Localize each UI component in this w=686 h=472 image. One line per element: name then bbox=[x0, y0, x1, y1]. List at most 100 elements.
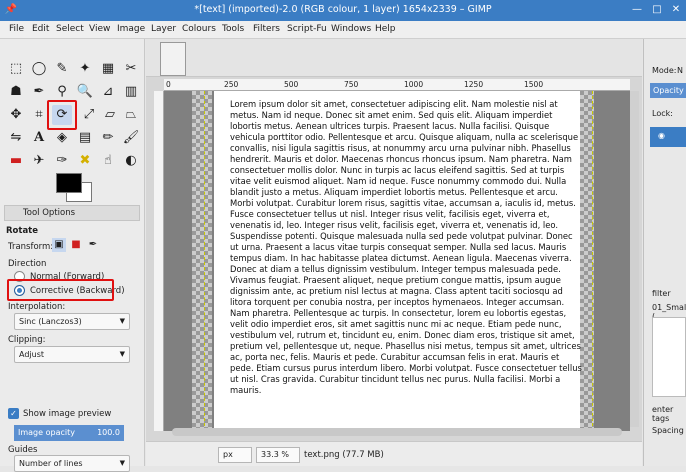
spacing-label: Spacing bbox=[652, 426, 684, 435]
blend-icon[interactable]: ▤ bbox=[75, 128, 95, 148]
move-icon[interactable]: ✥ bbox=[6, 105, 26, 125]
right-dock: Mode: N Opacity Lock: ◉ filter 01_Small … bbox=[643, 39, 686, 466]
eraser-icon[interactable]: ▬ bbox=[6, 151, 26, 171]
align-icon[interactable]: ▥ bbox=[121, 82, 141, 102]
transform-path-icon[interactable]: ✒ bbox=[86, 238, 100, 252]
rotate-tool-highlight bbox=[47, 100, 77, 130]
smudge-icon[interactable]: ☝ bbox=[98, 151, 118, 171]
measure-icon[interactable]: ⊿ bbox=[98, 82, 118, 102]
ruler-tick: 500 bbox=[284, 80, 299, 89]
zoom-icon[interactable]: 🔍 bbox=[75, 82, 95, 102]
show-preview-checkbox[interactable]: ✓ bbox=[8, 408, 19, 419]
perspective-icon[interactable]: ⏢ bbox=[121, 105, 141, 125]
layer-row[interactable]: ◉ bbox=[650, 127, 686, 147]
rect-select-icon[interactable]: ⬚ bbox=[6, 59, 26, 79]
tool-options-tab[interactable]: Tool Options bbox=[4, 205, 140, 221]
chevron-down-icon: ▼ bbox=[119, 317, 125, 325]
shear-icon[interactable]: ▱ bbox=[100, 105, 120, 125]
menu-help[interactable]: Help bbox=[375, 24, 396, 34]
menu-colours[interactable]: Colours bbox=[182, 24, 216, 34]
airbrush-icon[interactable]: ✈ bbox=[29, 151, 49, 171]
corrective-highlight bbox=[7, 279, 114, 301]
canvas[interactable]: Lorem ipsum dolor sit amet, consectetuer… bbox=[164, 91, 630, 431]
fuzzy-select-icon[interactable]: ✦ bbox=[75, 59, 95, 79]
opacity-slider[interactable]: Opacity bbox=[650, 83, 686, 98]
direction-label: Direction bbox=[8, 259, 47, 269]
menu-image[interactable]: Image bbox=[117, 24, 145, 34]
transform-layer-icon[interactable]: ▣ bbox=[52, 238, 66, 252]
chevron-down-icon: ▼ bbox=[119, 350, 125, 358]
text-tool-icon[interactable]: A bbox=[29, 128, 49, 148]
vertical-scrollbar[interactable] bbox=[630, 91, 639, 427]
brush-filter[interactable]: filter bbox=[652, 289, 671, 298]
ruler-tick: 250 bbox=[224, 80, 239, 89]
zoom-value: 33.3 % bbox=[261, 450, 289, 459]
toolbox: ⬚ ◯ ✎ ✦ ▦ ✂ ☗ ✒ ⚲ 🔍 ⊿ ▥ ✥ ⌗ ⟳ ⤢ ▱ ⏢ ⇋ A … bbox=[0, 39, 145, 472]
guides-select[interactable]: Number of lines ▼ bbox=[14, 455, 130, 472]
menu-tools[interactable]: Tools bbox=[222, 24, 244, 34]
image-opacity-value: 100.0 bbox=[97, 428, 120, 437]
ellipse-select-icon[interactable]: ◯ bbox=[29, 59, 49, 79]
file-info: text.png (77.7 MB) bbox=[304, 450, 384, 460]
menu-script-fu[interactable]: Script-Fu bbox=[287, 24, 327, 34]
dodge-burn-icon[interactable]: ◐ bbox=[121, 151, 141, 171]
opacity-label: Opacity bbox=[653, 86, 684, 95]
foreground-color-swatch[interactable] bbox=[56, 173, 82, 193]
clipping-select[interactable]: Adjust ▼ bbox=[14, 346, 130, 363]
menu-filters[interactable]: Filters bbox=[253, 24, 280, 34]
scissors-icon[interactable]: ✂ bbox=[121, 59, 141, 79]
foreground-select-icon[interactable]: ☗ bbox=[6, 82, 26, 102]
free-select-icon[interactable]: ✎ bbox=[52, 59, 72, 79]
menu-edit[interactable]: Edit bbox=[32, 24, 49, 34]
scale-icon[interactable]: ⤢ bbox=[79, 105, 99, 125]
guide-line bbox=[592, 91, 593, 431]
horizontal-scrollbar[interactable] bbox=[172, 428, 622, 436]
pencil-icon[interactable]: ✏ bbox=[98, 128, 118, 148]
ink-icon[interactable]: ✑ bbox=[52, 151, 72, 171]
paintbrush-icon[interactable]: 🖌 bbox=[121, 128, 141, 148]
menu-file[interactable]: File bbox=[9, 24, 24, 34]
paths-icon[interactable]: ✒ bbox=[29, 82, 49, 102]
clone-icon[interactable]: ✖ bbox=[75, 151, 95, 171]
tool-name: Rotate bbox=[6, 226, 39, 236]
transform-selection-icon[interactable]: ■ bbox=[69, 238, 83, 252]
title-bar: 📌 *[text] (imported)-2.0 (RGB colour, 1 … bbox=[0, 0, 686, 21]
image-tabs bbox=[146, 39, 642, 77]
image-window: 0 250 500 750 1000 1250 1500 Lorem ipsum… bbox=[146, 39, 642, 466]
close-button[interactable]: ✕ bbox=[669, 3, 683, 17]
menu-view[interactable]: View bbox=[89, 24, 110, 34]
minimize-button[interactable]: — bbox=[630, 3, 644, 17]
show-preview-label[interactable]: Show image preview bbox=[23, 409, 111, 419]
interpolation-value: Sinc (Lanczos3) bbox=[19, 317, 82, 326]
tags-input[interactable]: enter tags bbox=[652, 405, 686, 423]
menu-windows[interactable]: Windows bbox=[331, 24, 371, 34]
brush-grid[interactable] bbox=[652, 317, 686, 397]
guides-label: Guides bbox=[8, 445, 38, 455]
mode-label: Mode: bbox=[652, 66, 677, 75]
crop-icon[interactable]: ⌗ bbox=[29, 105, 49, 125]
maximize-button[interactable]: □ bbox=[650, 3, 664, 17]
window-title: *[text] (imported)-2.0 (RGB colour, 1 la… bbox=[194, 4, 492, 15]
eye-icon[interactable]: ◉ bbox=[658, 131, 665, 140]
image-opacity-slider[interactable]: Image opacity 100.0 bbox=[14, 425, 124, 441]
image-thumbnail[interactable] bbox=[160, 42, 186, 76]
menu-layer[interactable]: Layer bbox=[151, 24, 176, 34]
flip-icon[interactable]: ⇋ bbox=[6, 128, 26, 148]
color-picker-icon[interactable]: ⚲ bbox=[52, 82, 72, 102]
zoom-select[interactable]: 33.3 % bbox=[256, 447, 300, 463]
ruler-tick: 1500 bbox=[524, 80, 544, 89]
menu-select[interactable]: Select bbox=[56, 24, 84, 34]
mode-value[interactable]: N bbox=[677, 66, 683, 75]
ruler-tick: 750 bbox=[344, 80, 359, 89]
horizontal-ruler[interactable]: 0 250 500 750 1000 1250 1500 bbox=[164, 79, 630, 91]
bucket-fill-icon[interactable]: ◈ bbox=[52, 128, 72, 148]
vertical-ruler[interactable] bbox=[154, 91, 164, 431]
unit-select[interactable]: px bbox=[218, 447, 252, 463]
document-text: Lorem ipsum dolor sit amet, consectetuer… bbox=[230, 99, 582, 395]
ruler-tick: 0 bbox=[166, 80, 171, 89]
clipping-label: Clipping: bbox=[8, 335, 46, 345]
image-opacity-label: Image opacity bbox=[18, 428, 75, 437]
interpolation-select[interactable]: Sinc (Lanczos3) ▼ bbox=[14, 313, 130, 330]
guide-line bbox=[204, 91, 205, 431]
color-select-icon[interactable]: ▦ bbox=[98, 59, 118, 79]
